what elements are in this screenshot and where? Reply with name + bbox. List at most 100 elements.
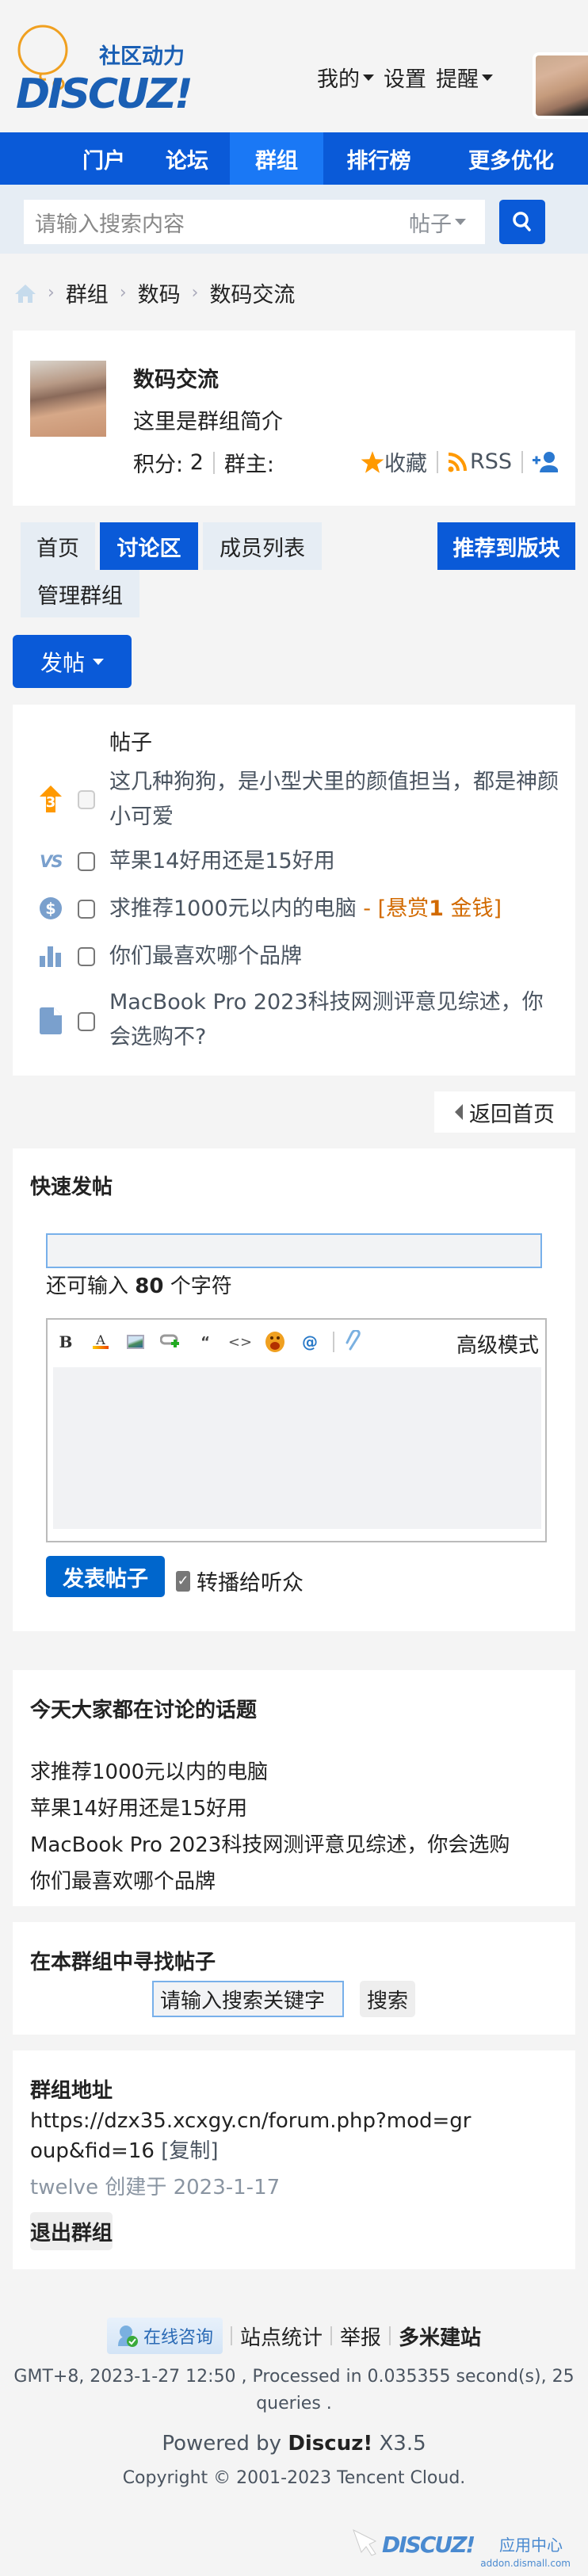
- menu-notifications[interactable]: 提醒: [436, 62, 493, 93]
- post-title-link[interactable]: 求推荐1000元以内的电脑: [109, 896, 357, 921]
- add-user-icon[interactable]: [533, 451, 558, 473]
- list-item: $ 求推荐1000元以内的电脑 - [悬赏1 金钱]: [13, 892, 575, 927]
- nav-item-portal[interactable]: 门户: [63, 132, 144, 185]
- section-title: 今天大家都在讨论的话题: [30, 1699, 258, 1722]
- discuz-logo[interactable]: 社区动力 DISCUZ!: [10, 14, 208, 117]
- discuz-addon-logo[interactable]: DISCUZ! 应用中心 addon.dismall.com: [352, 2527, 574, 2571]
- nav-item-ranking[interactable]: 排行榜: [323, 132, 434, 185]
- star-icon: [361, 450, 384, 473]
- search-input[interactable]: 请输入搜索内容 帖子: [24, 200, 485, 244]
- advanced-mode-link[interactable]: 高级模式: [456, 1329, 539, 1359]
- post-checkbox[interactable]: [78, 1012, 95, 1031]
- broadcast-checkbox[interactable]: ✓: [176, 1570, 190, 1592]
- svg-text:3: 3: [46, 794, 56, 811]
- post-title-link[interactable]: MacBook Pro 2023科技网测评意见综述，你会选购不?: [109, 985, 561, 1055]
- online-consult-button[interactable]: 在线咨询: [106, 2318, 223, 2354]
- breadcrumb-item[interactable]: 数码: [138, 277, 181, 308]
- post-title-link[interactable]: 你们最喜欢哪个品牌: [109, 939, 561, 974]
- search-bar: 请输入搜索内容 帖子: [0, 185, 588, 254]
- list-header: 帖子: [109, 731, 152, 755]
- divider: [330, 2326, 332, 2345]
- svg-text:应用中心: 应用中心: [499, 2536, 563, 2555]
- message-textarea[interactable]: [53, 1367, 541, 1529]
- tab-members[interactable]: 成员列表: [203, 522, 322, 570]
- section-title: 在本群组中寻找帖子: [30, 1951, 216, 1974]
- group-search: 在本群组中寻找帖子 请输入搜索关键字 搜索: [13, 1922, 575, 2035]
- post-checkbox[interactable]: [78, 790, 95, 809]
- post-checkbox[interactable]: [78, 947, 95, 966]
- link-icon[interactable]: [158, 1330, 182, 1354]
- logo-cn: 社区动力: [99, 44, 185, 69]
- subject-input[interactable]: [46, 1233, 542, 1268]
- image-icon[interactable]: [124, 1330, 147, 1354]
- breadcrumb-item[interactable]: 群组: [66, 277, 109, 308]
- group-avatar: [30, 361, 106, 437]
- group-address: 群组地址 https://dzx35.xcxgy.cn/forum.php?mo…: [13, 2050, 575, 2269]
- search-icon: [513, 212, 531, 231]
- quit-group-button[interactable]: 退出群组: [30, 2212, 113, 2250]
- rss-button[interactable]: RSS: [448, 449, 512, 474]
- quote-icon[interactable]: “: [193, 1330, 217, 1354]
- svg-text:$: $: [45, 900, 55, 918]
- group-search-input[interactable]: 请输入搜索关键字: [152, 1981, 344, 2017]
- footer-link-report[interactable]: 举报: [340, 2322, 381, 2351]
- recommend-to-forum-button[interactable]: 推荐到版块: [437, 522, 575, 570]
- user-avatar[interactable]: [533, 52, 588, 119]
- topic-link[interactable]: 苹果14好用还是15好用: [30, 1792, 247, 1821]
- topic-link[interactable]: 你们最喜欢哪个品牌: [30, 1865, 216, 1894]
- list-item: 你们最喜欢哪个品牌: [13, 939, 575, 974]
- tab-manage-group[interactable]: 管理群组: [21, 570, 139, 617]
- smiley-icon[interactable]: [263, 1330, 287, 1354]
- submit-post-button[interactable]: 发表帖子: [46, 1556, 165, 1597]
- post-title-link[interactable]: 苹果14好用还是15好用: [109, 844, 561, 879]
- svg-text:addon.dismall.com: addon.dismall.com: [480, 2558, 571, 2569]
- search-button[interactable]: [499, 200, 545, 244]
- post-checkbox[interactable]: [78, 852, 95, 871]
- group-name[interactable]: 数码交流: [133, 362, 219, 393]
- menu-settings[interactable]: 设置: [384, 62, 426, 93]
- post-checkbox[interactable]: [78, 900, 95, 919]
- divider: [389, 2326, 391, 2345]
- bold-icon[interactable]: B: [54, 1330, 78, 1354]
- nav-item-more[interactable]: 更多优化: [434, 132, 588, 185]
- topic-link[interactable]: 求推荐1000元以内的电脑: [30, 1756, 268, 1785]
- chevron-left-icon: [455, 1104, 463, 1120]
- quick-post-form: 快速发帖 还可输入 80 个字符 B A “ <> @ 高级模式 发表帖子 ✓ …: [13, 1148, 575, 1631]
- attachment-icon[interactable]: [342, 1330, 366, 1354]
- discuz-link[interactable]: Discuz!: [288, 2432, 372, 2456]
- nav-item-group[interactable]: 群组: [230, 132, 323, 185]
- points-label: 积分:: [133, 453, 184, 477]
- code-icon[interactable]: <>: [228, 1330, 252, 1354]
- nav-item-forum[interactable]: 论坛: [144, 132, 230, 185]
- group-description: 这里是群组简介: [133, 410, 283, 434]
- font-color-icon[interactable]: A: [89, 1330, 113, 1354]
- home-icon[interactable]: [14, 283, 36, 304]
- creator-info: twelve 创建于 2023-1-17: [30, 2176, 281, 2200]
- copy-link[interactable]: [复制]: [161, 2139, 218, 2163]
- footer-link-site[interactable]: 多米建站: [399, 2322, 481, 2351]
- group-search-button[interactable]: 搜索: [360, 1981, 415, 2017]
- topic-link[interactable]: MacBook Pro 2023科技网测评意见综述，你会选购: [30, 1829, 510, 1858]
- char-count: 还可输入 80 个字符: [46, 1275, 232, 1298]
- back-home-button[interactable]: 返回首页: [434, 1091, 575, 1133]
- divider: [521, 450, 523, 473]
- favorite-button[interactable]: 收藏: [361, 446, 427, 477]
- main-nav: 门户 论坛 群组 排行榜 更多优化: [0, 132, 588, 185]
- hot-topics: 今天大家都在讨论的话题 求推荐1000元以内的电脑 苹果14好用还是15好用 M…: [13, 1670, 575, 1906]
- reward-label: - [悬赏1 金钱]: [356, 896, 502, 921]
- tab-home[interactable]: 首页: [21, 522, 95, 570]
- footer-link-stats[interactable]: 站点统计: [240, 2322, 323, 2351]
- at-mention-icon[interactable]: @: [298, 1330, 322, 1354]
- post-title-link[interactable]: 这几种狗狗，是小型犬里的颜值担当，都是神颜小可爱: [109, 765, 561, 835]
- breadcrumb-item[interactable]: 数码交流: [209, 277, 295, 308]
- rss-icon: [448, 452, 467, 472]
- tab-discussion[interactable]: 讨论区: [100, 522, 198, 570]
- menu-my[interactable]: 我的: [317, 62, 374, 93]
- search-type-select[interactable]: 帖子: [409, 200, 466, 244]
- powered-by: Powered by Discuz! X3.5: [162, 2432, 426, 2456]
- header: 社区动力 DISCUZ! 我的 设置 提醒: [0, 0, 588, 132]
- section-title: 群组地址: [30, 2079, 113, 2103]
- chevron-down-icon: [93, 658, 104, 665]
- footer-stats: GMT+8, 2023-1-27 12:50 , Processed in 0.…: [13, 2367, 575, 2387]
- new-post-button[interactable]: 发帖: [13, 635, 132, 688]
